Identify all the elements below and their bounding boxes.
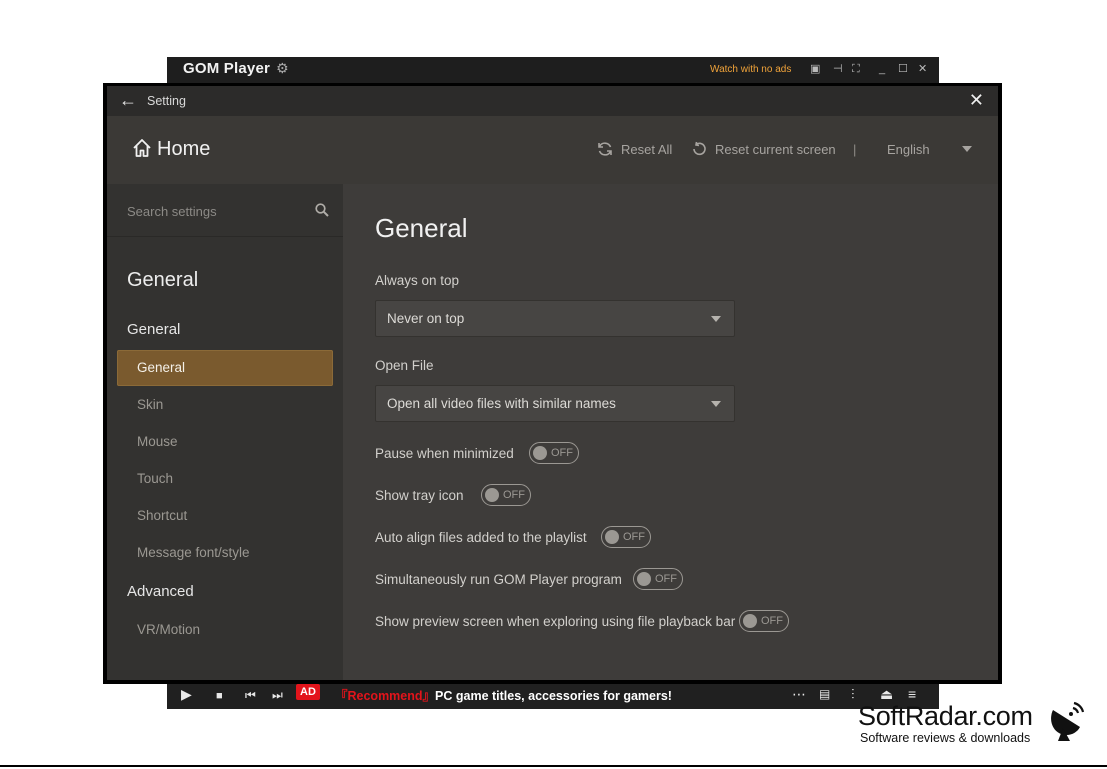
dialog-title: Setting <box>147 94 186 108</box>
always-on-top-select[interactable]: Never on top <box>375 300 735 337</box>
dialog-title-bar: ← Setting ✕ <box>107 86 998 116</box>
more-icon[interactable]: ⋯ <box>792 686 806 702</box>
search-input[interactable] <box>125 198 309 224</box>
open-file-select[interactable]: Open all video files with similar names <box>375 385 735 422</box>
sidebar-item-shortcut[interactable]: Shortcut <box>117 498 333 534</box>
watch-no-ads-link[interactable]: Watch with no ads <box>710 64 791 75</box>
softradar-watermark: SoftRadar.com Software reviews & downloa… <box>858 701 1033 745</box>
pin-icon[interactable]: ⊣ <box>833 62 843 76</box>
close-icon[interactable]: ✕ <box>918 62 927 76</box>
sidebar-item-label: VR/Motion <box>137 622 201 637</box>
satellite-dish-icon <box>1051 701 1085 741</box>
toggle-state: OFF <box>551 447 573 459</box>
settings-header: Home Reset All Reset current screen | En… <box>107 116 998 184</box>
sidebar-item-skin[interactable]: Skin <box>117 387 333 423</box>
sidebar-item-mouse[interactable]: Mouse <box>117 424 333 460</box>
sidebar-item-general[interactable]: General <box>117 350 333 386</box>
home-link[interactable]: Home <box>157 138 210 161</box>
ad-badge: AD <box>296 684 320 700</box>
reset-all-icon[interactable] <box>596 140 614 158</box>
auto-align-toggle[interactable]: OFF <box>601 526 651 548</box>
stop-icon[interactable]: ■ <box>216 688 223 704</box>
play-icon[interactable]: ▶ <box>181 686 192 702</box>
auto-align-label: Auto align files added to the playlist <box>375 530 587 545</box>
sidebar-item-label: Message font/style <box>137 545 250 560</box>
toggle-state: OFF <box>503 489 525 501</box>
chevron-down-icon <box>711 316 721 322</box>
page-title: General <box>375 213 468 243</box>
reset-all-button[interactable]: Reset All <box>621 142 672 157</box>
search-icon[interactable] <box>315 203 329 217</box>
sidebar-item-message-font-style[interactable]: Message font/style <box>117 535 333 571</box>
chevron-down-icon <box>711 401 721 407</box>
player-brand-label: GOM Player <box>183 60 271 77</box>
preview-screen-toggle[interactable]: OFF <box>739 610 789 632</box>
header-separator: | <box>853 142 857 157</box>
ad-text: PC game titles, accessories for gamers! <box>435 689 672 703</box>
sidebar-group-advanced: Advanced <box>127 583 194 600</box>
player-brand: GOM Player ⚙ <box>183 60 289 77</box>
simultaneous-run-toggle[interactable]: OFF <box>633 568 683 590</box>
toggle-knob <box>485 488 499 502</box>
previous-icon[interactable]: ⏮ <box>245 687 256 703</box>
watermark-name: SoftRadar.com <box>858 701 1033 731</box>
sidebar-item-label: Touch <box>137 471 174 486</box>
toggle-state: OFF <box>623 531 645 543</box>
toggle-knob <box>605 530 619 544</box>
ad-banner-link[interactable]: 『Recommend』PC game titles, accessories f… <box>335 685 672 704</box>
always-on-top-label: Always on top <box>375 273 460 288</box>
toggle-state: OFF <box>655 573 677 585</box>
watermark-tagline: Software reviews & downloads <box>860 731 1031 745</box>
subtitle-icon[interactable]: ▤ <box>819 686 830 702</box>
preview-screen-label: Show preview screen when exploring using… <box>375 614 736 629</box>
mini-mode-icon[interactable]: ⛶ <box>852 62 860 76</box>
sidebar-item-label: Skin <box>137 397 164 412</box>
settings-dialog: ← Setting ✕ Home Reset All Reset current… <box>103 83 1002 684</box>
next-icon[interactable]: ⏭ <box>272 687 283 703</box>
screen-ratio-icon[interactable]: ▣ <box>810 62 820 76</box>
player-title-bar: GOM Player ⚙ Watch with no ads ▣ ⊣ ⛶ _ ☐ … <box>167 57 939 83</box>
back-arrow-icon[interactable]: ← <box>119 90 137 111</box>
sidebar-item-label: General <box>137 360 186 375</box>
sidebar-item-vr-motion[interactable]: VR/Motion <box>117 612 333 648</box>
sidebar-item-label: Mouse <box>137 434 178 449</box>
show-tray-icon-label: Show tray icon <box>375 488 464 503</box>
always-on-top-value: Never on top <box>387 311 465 326</box>
playlist-icon[interactable]: ≡ <box>908 686 916 702</box>
settings-main-panel: General Always on top Never on top Open … <box>343 184 998 680</box>
minimize-icon[interactable]: _ <box>879 62 885 76</box>
player-control-bar: ▶ ■ ⏮ ⏭ AD 『Recommend』PC game titles, ac… <box>167 680 939 709</box>
maximize-icon[interactable]: ☐ <box>898 62 908 76</box>
reset-current-screen-button[interactable]: Reset current screen <box>715 142 836 157</box>
sidebar-section-title: General <box>127 269 199 291</box>
pause-minimized-toggle[interactable]: OFF <box>529 442 579 464</box>
sidebar-item-label: Shortcut <box>137 508 188 523</box>
show-tray-icon-toggle[interactable]: OFF <box>481 484 531 506</box>
close-icon[interactable]: ✕ <box>969 90 984 111</box>
toggle-state: OFF <box>761 615 783 627</box>
toggle-knob <box>637 572 651 586</box>
gear-icon[interactable]: ⚙ <box>276 60 289 76</box>
bottom-border <box>0 765 1107 767</box>
equalizer-icon[interactable]: ⫶ <box>851 686 855 702</box>
toggle-knob <box>533 446 547 460</box>
toggle-knob <box>743 614 757 628</box>
reset-current-icon[interactable] <box>690 140 708 158</box>
eject-icon[interactable]: ⏏ <box>880 686 893 702</box>
sidebar-item-touch[interactable]: Touch <box>117 461 333 497</box>
language-select[interactable]: English <box>887 142 930 157</box>
sidebar-group-general: General <box>127 321 181 338</box>
search-row <box>107 184 343 237</box>
settings-sidebar: General General General Skin Mouse Touch… <box>107 184 343 680</box>
chevron-down-icon[interactable] <box>962 146 972 152</box>
home-icon[interactable] <box>131 137 153 159</box>
open-file-label: Open File <box>375 358 434 373</box>
pause-minimized-label: Pause when minimized <box>375 446 514 461</box>
simultaneous-run-label: Simultaneously run GOM Player program <box>375 572 622 587</box>
open-file-value: Open all video files with similar names <box>387 396 616 411</box>
ad-recommend-label: 『Recommend』 <box>335 689 436 703</box>
